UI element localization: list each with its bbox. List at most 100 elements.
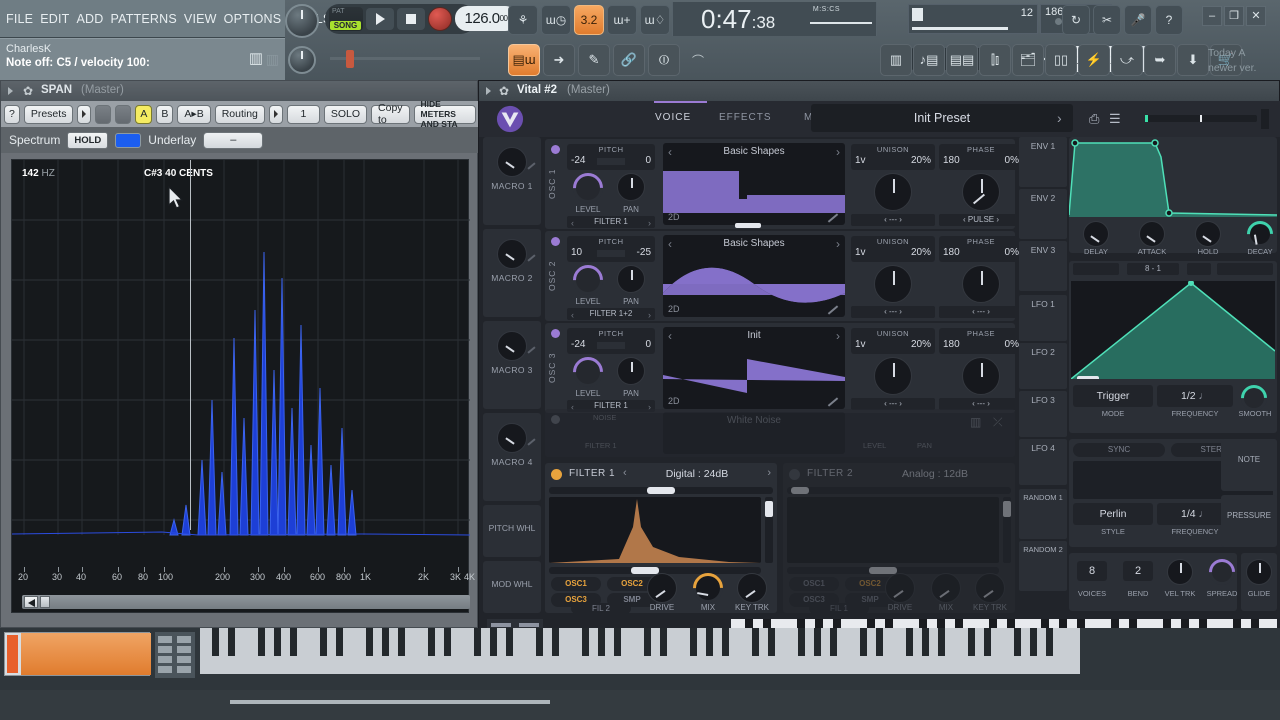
shuffle-icon[interactable]: ⤫: [993, 415, 1003, 430]
black-key-fl[interactable]: [336, 628, 343, 656]
menu-hamburger-icon[interactable]: ☰: [1109, 111, 1121, 127]
scissors-icon[interactable]: ✂: [1093, 5, 1121, 35]
filter-1-enable-toggle[interactable]: [551, 469, 562, 480]
draw-tool-icon[interactable]: ✎: [578, 44, 610, 76]
black-key-fl[interactable]: [798, 628, 805, 656]
span-solo-button[interactable]: SOLO: [323, 104, 368, 124]
link-icon[interactable]: 🔗: [613, 44, 645, 76]
span-copy-ab-button[interactable]: A▸B: [177, 104, 211, 124]
osc-3-unison[interactable]: UNISON 1v 20%: [851, 328, 935, 354]
lfo-preset-selector[interactable]: [1217, 263, 1273, 275]
span-undo-button[interactable]: [95, 104, 112, 124]
pencil-icon-2[interactable]: [527, 254, 536, 262]
osc-2-enable-toggle[interactable]: [551, 237, 560, 246]
black-key-fl[interactable]: [660, 628, 667, 656]
refresh-icon[interactable]: ↻: [1062, 5, 1090, 35]
lfo-paint-icon[interactable]: [1073, 263, 1119, 275]
glide-knob[interactable]: [1246, 559, 1272, 585]
menu-patterns[interactable]: PATTERNS: [110, 12, 176, 26]
pencil-icon-4[interactable]: [527, 438, 536, 446]
slider-thumb-vert-2[interactable]: [1003, 501, 1011, 517]
playlist-clip[interactable]: [4, 632, 151, 676]
macro-2[interactable]: MACRO 2: [483, 229, 541, 317]
span-hold-button[interactable]: HOLD: [67, 131, 109, 149]
filter-2-serial-toggle[interactable]: FIL 1: [809, 603, 869, 614]
black-key-fl[interactable]: [768, 628, 775, 656]
black-key-fl[interactable]: [814, 628, 821, 656]
minimize-button[interactable]: –: [1202, 6, 1222, 26]
scroll-thumb[interactable]: [40, 596, 50, 608]
span-help-button[interactable]: ?: [4, 104, 20, 124]
filter-prev-icon[interactable]: ‹: [623, 467, 627, 479]
black-key-fl[interactable]: [382, 628, 389, 656]
filter-1-cutoff-slider[interactable]: [549, 487, 773, 494]
menu-add[interactable]: ADD: [76, 12, 103, 26]
filter-2-cutoff-slider[interactable]: [787, 487, 1011, 494]
black-key-fl[interactable]: [474, 628, 481, 656]
bend-value[interactable]: 2: [1123, 561, 1153, 581]
slider-thumb-f2b[interactable]: [869, 567, 897, 574]
osc-2-unison-foot[interactable]: ‹ --- ›: [851, 306, 935, 318]
osc-1-wave-position-slider[interactable]: [735, 223, 761, 228]
osc-1-pitch[interactable]: PITCH -24 0: [567, 144, 655, 170]
black-key-fl[interactable]: [398, 628, 405, 656]
filter-1-keytrk-knob[interactable]: [737, 573, 767, 603]
stop-button[interactable]: [397, 8, 425, 30]
chevron-right-icon[interactable]: ›: [648, 217, 651, 229]
mod-source-lfo-1[interactable]: LFO 1: [1019, 295, 1067, 341]
osc-3-level-knob[interactable]: [566, 350, 610, 394]
osc-3-wavetable-display[interactable]: ‹ Init › 2D: [663, 327, 845, 409]
black-key-fl[interactable]: [598, 628, 605, 656]
filter-1-serial-toggle[interactable]: FIL 2: [571, 603, 631, 614]
mod-source-note[interactable]: NOTE: [1221, 439, 1277, 491]
noise-enable-toggle[interactable]: [551, 415, 560, 424]
envelope-attack-knob[interactable]: [1139, 221, 1165, 247]
lfo-1-mode-value[interactable]: Trigger: [1073, 385, 1153, 407]
black-key-fl[interactable]: [290, 628, 297, 656]
osc-3-unison-knob[interactable]: [874, 357, 912, 395]
filter-2-blend-slider[interactable]: [787, 567, 999, 574]
black-key-fl[interactable]: [1046, 628, 1053, 656]
master-pitch-knob[interactable]: [285, 4, 319, 38]
step-sequencer-icon[interactable]: ▤ɯ: [508, 44, 540, 76]
mod-source-lfo-4[interactable]: LFO 4: [1019, 439, 1067, 485]
black-key-fl[interactable]: [536, 628, 543, 656]
random-style-value[interactable]: Perlin: [1073, 503, 1153, 525]
vel-trk-knob[interactable]: [1167, 559, 1193, 585]
black-key-fl[interactable]: [366, 628, 373, 656]
plugin-picker-icon[interactable]: ⚡: [1078, 44, 1110, 76]
macro-4[interactable]: MACRO 4: [483, 413, 541, 501]
mixer-mini-panel[interactable]: [155, 632, 195, 678]
lfo-curve-icon[interactable]: [1187, 263, 1211, 275]
osc-3-pan-knob[interactable]: [617, 357, 645, 385]
black-key-fl[interactable]: [690, 628, 697, 656]
osc-2-phase-knob[interactable]: [962, 265, 1000, 303]
preset-name-display[interactable]: Init Preset: [811, 104, 1073, 132]
wavetable-next-icon-3[interactable]: ›: [836, 329, 840, 343]
mod-source-lfo-3[interactable]: LFO 3: [1019, 391, 1067, 437]
mod-source-random-2[interactable]: RANDOM 2: [1019, 541, 1067, 591]
black-key-fl[interactable]: [752, 628, 759, 656]
filter-1-mode-selector[interactable]: ‹ Digital : 24dB ›: [623, 467, 771, 482]
osc-2-filter-route[interactable]: ‹ FILTER 1+2 ›: [567, 308, 655, 320]
arrow-right-icon[interactable]: ➜: [543, 44, 575, 76]
osc-1-unison-foot[interactable]: ‹ --- ›: [851, 214, 935, 226]
osc-1-phase-foot[interactable]: ‹ PULSE ›: [939, 214, 1023, 226]
black-key-fl[interactable]: [706, 628, 713, 656]
osc-1-enable-toggle[interactable]: [551, 145, 560, 154]
automation-icon[interactable]: ⤻: [1111, 44, 1143, 76]
osc-1-level-knob[interactable]: [566, 166, 610, 210]
menu-file[interactable]: FILE: [6, 12, 33, 26]
keyboard-icon-vital[interactable]: ▥: [970, 415, 981, 429]
slider-thumb[interactable]: [647, 487, 675, 494]
span-spectrum-graph[interactable]: 142 HZ C#3 40 CENTS 20 30 40 60 80 100 2…: [11, 159, 475, 613]
mixer-icon[interactable]: ⫿⫾: [979, 44, 1011, 76]
macro-1-knob[interactable]: [497, 147, 527, 177]
span-hide-meters-button[interactable]: HIDE METERS AND STA: [413, 99, 476, 129]
menu-edit[interactable]: EDIT: [40, 12, 69, 26]
voices-value[interactable]: 8: [1077, 561, 1107, 581]
black-key-fl[interactable]: [906, 628, 913, 656]
black-key-fl[interactable]: [922, 628, 929, 656]
mod-source-lfo-2[interactable]: LFO 2: [1019, 343, 1067, 389]
osc-1-phase-knob[interactable]: [962, 173, 1000, 211]
